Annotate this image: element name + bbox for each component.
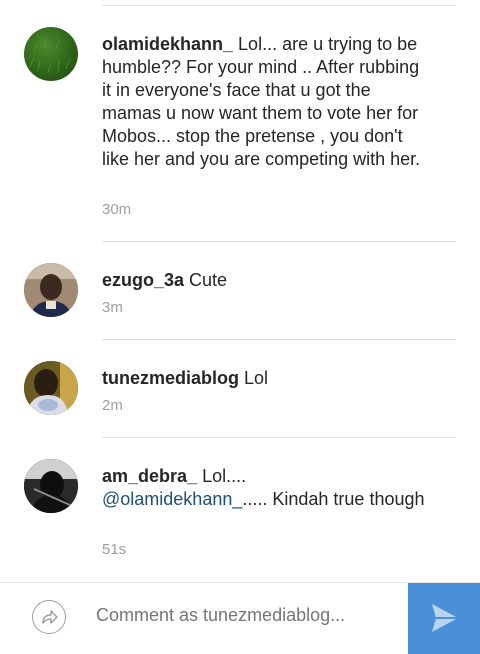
avatar[interactable]: [24, 263, 78, 317]
comment-time: 3m: [102, 299, 123, 316]
comment-body: ezugo_3a Cute: [102, 269, 432, 292]
comment-time: 2m: [102, 397, 123, 414]
avatar[interactable]: [24, 361, 78, 415]
divider: [102, 339, 456, 340]
comment-time: 30m: [102, 201, 132, 218]
comment-username[interactable]: olamidekhann_: [102, 34, 233, 54]
send-icon: [432, 604, 458, 632]
divider: [102, 241, 456, 242]
comment-body: am_debra_ Lol.... @olamidekhann_..... Kin…: [102, 465, 432, 511]
comment-username[interactable]: ezugo_3a: [102, 270, 184, 290]
avatar[interactable]: [24, 459, 78, 513]
share-arrow-icon: [42, 610, 58, 624]
comment-text: Cute: [184, 270, 228, 290]
send-button[interactable]: [408, 583, 480, 654]
comment-input[interactable]: [96, 605, 396, 626]
comments-list[interactable]: olamidekhann_ Lol... are u trying to be …: [0, 0, 480, 582]
comment-body: tunezmediablog Lol: [102, 367, 432, 390]
comment-text: ..... Kindah true though: [242, 489, 425, 509]
comment-text: Lol... are u trying to be humble?? For y…: [102, 34, 421, 169]
comment-username[interactable]: tunezmediablog: [102, 368, 239, 388]
avatar-person-image: [24, 361, 78, 415]
comment-text: Lol: [239, 368, 269, 388]
avatar-grass-image: [29, 38, 71, 74]
comment-username[interactable]: am_debra_: [102, 466, 197, 486]
comment-text: Lol....: [197, 466, 247, 486]
divider: [102, 5, 456, 6]
comment-mention[interactable]: @olamidekhann_: [102, 489, 242, 509]
avatar[interactable]: [24, 27, 78, 81]
comment-time: 51s: [102, 541, 127, 558]
share-button[interactable]: [32, 600, 66, 634]
avatar-person-image: [24, 263, 78, 317]
divider: [102, 437, 456, 438]
comment-composer: [0, 582, 480, 654]
avatar-person-image: [24, 459, 78, 513]
comment-body: olamidekhann_ Lol... are u trying to be …: [102, 33, 432, 171]
